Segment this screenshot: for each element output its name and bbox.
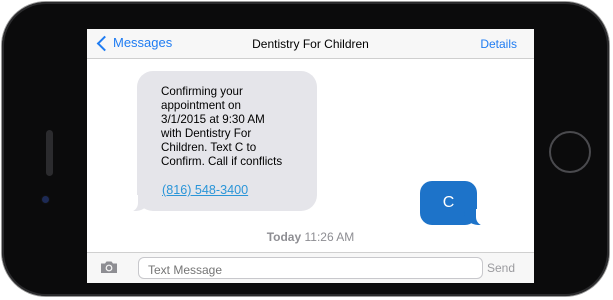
phone-number-link[interactable]: (816) 548-3400 bbox=[162, 183, 248, 197]
timestamp-time: 11:26 AM bbox=[304, 230, 355, 244]
message-line: Confirming your bbox=[161, 85, 243, 98]
outgoing-message-text: C bbox=[442, 194, 455, 211]
timestamp-day: Today bbox=[266, 230, 302, 244]
phone-speaker bbox=[46, 130, 53, 176]
message-line: 3/1/2015 at 9:30 AM bbox=[161, 113, 265, 126]
phone-frame: Messages Dentistry For Children Details … bbox=[2, 2, 609, 296]
message-line: Children. Text C to bbox=[161, 141, 257, 154]
message-line: with Dentistry For bbox=[161, 127, 252, 140]
incoming-message-bubble: Confirming your appointment on 3/1/2015 … bbox=[126, 71, 317, 212]
message-timestamp: Today 11:26 AM bbox=[87, 230, 534, 244]
details-button[interactable]: Details bbox=[480, 37, 517, 51]
message-text-field[interactable] bbox=[138, 257, 483, 279]
messages-screen: Messages Dentistry For Children Details … bbox=[87, 29, 534, 283]
outgoing-message-bubble: C bbox=[420, 181, 488, 226]
navigation-bar: Messages Dentistry For Children Details bbox=[87, 29, 534, 59]
send-button[interactable]: Send bbox=[487, 261, 515, 275]
camera-icon[interactable] bbox=[100, 260, 118, 274]
incoming-message-text: Confirming your appointment on 3/1/2015 … bbox=[161, 85, 311, 169]
message-input-bar: Send bbox=[87, 252, 534, 283]
message-line: appointment on bbox=[161, 99, 241, 112]
conversation-title: Dentistry For Children bbox=[252, 37, 369, 51]
home-button[interactable] bbox=[549, 131, 591, 173]
front-camera bbox=[42, 196, 49, 203]
message-line: Confirm. Call if conflicts bbox=[161, 155, 283, 168]
